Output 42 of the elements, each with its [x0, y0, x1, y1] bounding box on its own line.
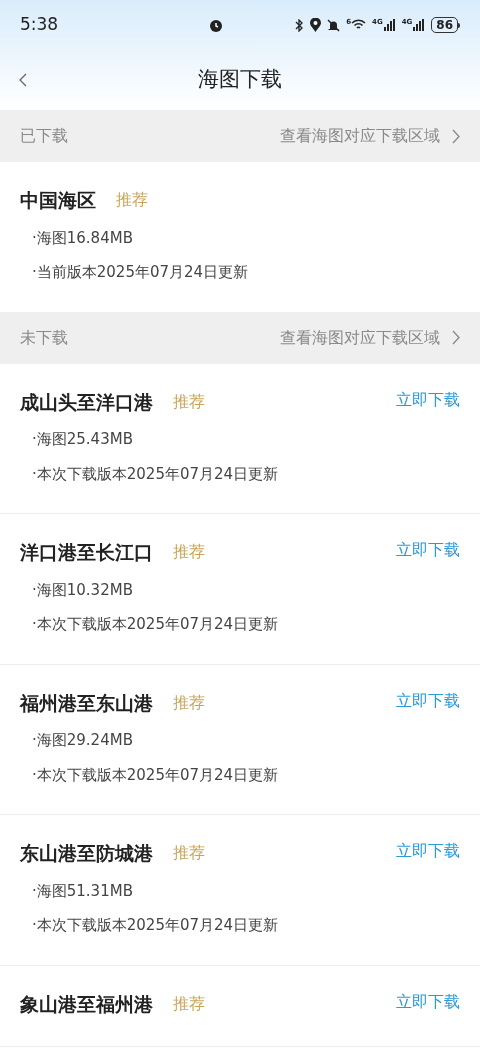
chevron-right-icon	[452, 330, 460, 345]
recommended-tag: 推荐	[173, 389, 205, 414]
chart-name: 中国海区	[20, 188, 96, 213]
chart-size: ·海图16.84MB	[32, 227, 134, 249]
wifi-icon	[351, 19, 367, 31]
chart-size: ·海图51.31MB	[32, 880, 134, 902]
location-icon	[310, 18, 322, 32]
section-title: 未下载	[20, 326, 68, 349]
chart-version: ·本次下载版本2025年07月24日更新	[32, 915, 280, 936]
download-button[interactable]: 立即下载	[396, 839, 460, 864]
download-button[interactable]: 立即下载	[396, 387, 460, 412]
chart-size: ·海图10.32MB	[32, 579, 134, 601]
chevron-right-icon	[452, 128, 460, 144]
status-time: 5:38	[20, 13, 59, 37]
download-button[interactable]: 立即下载	[396, 538, 460, 563]
page-title: 海图下载	[198, 66, 282, 94]
chart-version: ·本次下载版本2025年07月24日更新	[32, 764, 280, 786]
download-button[interactable]: 立即下载	[396, 688, 460, 713]
back-icon[interactable]	[19, 73, 27, 87]
chart-version: ·本次下载版本2025年07月24日更新	[32, 614, 280, 635]
recommended-tag: 推荐	[173, 690, 205, 715]
chart-name: 象山港至福州港	[20, 991, 153, 1017]
bluetooth-icon	[295, 18, 305, 32]
chart-name: 福州港至东山港	[20, 690, 153, 716]
signal-icon	[383, 19, 396, 31]
download-button[interactable]: 立即下载	[396, 989, 460, 1014]
recommended-tag: 推荐	[173, 991, 205, 1016]
battery-indicator: 86	[431, 17, 458, 33]
chart-size: ·海图29.24MB	[32, 730, 134, 751]
chart-version: ·本次下载版本2025年07月24日更新	[32, 463, 280, 485]
recommended-tag: 推荐	[173, 841, 205, 866]
view-regions-link[interactable]: 查看海图对应下载区域	[280, 124, 460, 148]
view-regions-link[interactable]: 查看海图对应下载区域	[280, 325, 460, 350]
section-title: 已下载	[20, 125, 68, 147]
chart-version: ·当前版本2025年07月24日更新	[32, 262, 250, 283]
chart-name: 成山头至洋口港	[20, 389, 153, 415]
chart-name: 洋口港至长江口	[20, 540, 153, 565]
signal-icon	[413, 19, 426, 31]
recommended-tag: 推荐	[173, 540, 205, 565]
chart-size: ·海图25.43MB	[32, 429, 134, 450]
chart-name: 东山港至防城港	[20, 841, 153, 866]
recommended-tag: 推荐	[116, 188, 148, 213]
